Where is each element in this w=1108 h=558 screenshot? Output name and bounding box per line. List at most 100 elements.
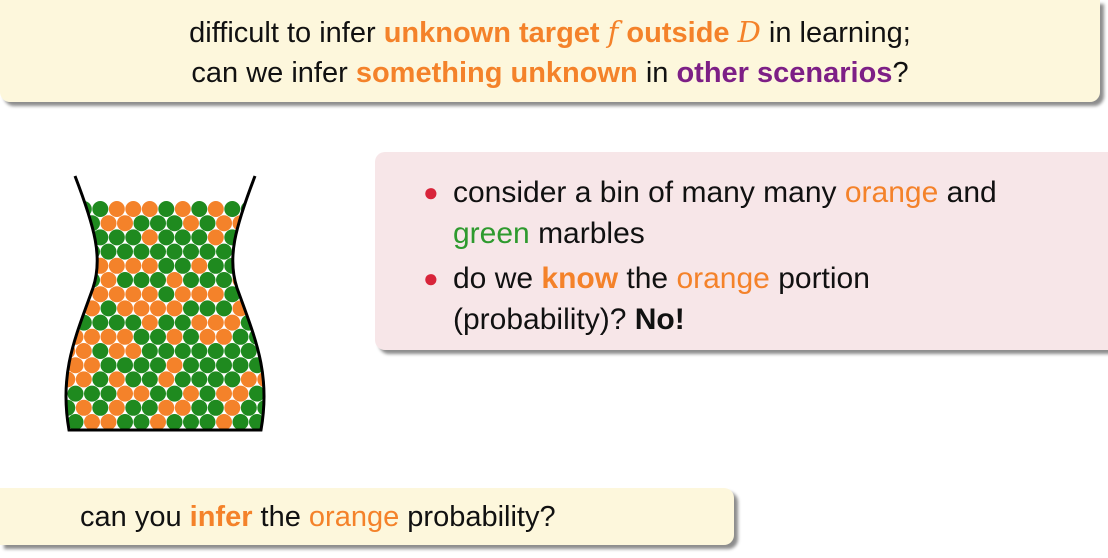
marble	[166, 215, 183, 232]
marble	[183, 243, 199, 260]
marble	[150, 414, 166, 430]
marble	[150, 357, 166, 374]
text: the	[618, 262, 677, 295]
text: (probability)?	[453, 303, 635, 336]
marble	[266, 329, 276, 345]
marble	[199, 272, 216, 288]
marble	[232, 385, 249, 402]
marble	[65, 300, 67, 317]
marble	[174, 399, 191, 416]
marble	[224, 399, 241, 416]
marble	[125, 229, 142, 246]
marble	[158, 371, 175, 388]
marble	[117, 385, 133, 402]
marble	[174, 257, 191, 274]
marble	[266, 414, 276, 430]
marble	[232, 414, 249, 430]
marble	[216, 414, 232, 430]
marble	[249, 300, 265, 317]
text: marbles	[529, 217, 645, 250]
text: portion	[769, 262, 870, 295]
marble	[207, 257, 224, 274]
marble	[266, 244, 276, 260]
marble	[100, 243, 117, 260]
marble	[199, 357, 216, 374]
word-orange: orange	[844, 176, 939, 209]
marble	[108, 229, 125, 246]
marble	[191, 343, 208, 359]
marble	[183, 357, 199, 374]
marble	[166, 357, 183, 374]
question-line-2: can we infer something unknown in other …	[0, 53, 1100, 93]
text: unknown target	[383, 17, 608, 49]
bullet-dot-icon: ●	[423, 177, 439, 207]
marble	[150, 272, 166, 288]
marble	[207, 371, 224, 388]
text: in	[637, 57, 677, 89]
marble	[92, 343, 109, 359]
word-infer: infer	[189, 501, 253, 533]
marble	[174, 314, 191, 331]
marble	[84, 328, 100, 345]
marble	[75, 257, 92, 274]
marble	[216, 357, 232, 374]
marble	[150, 385, 166, 402]
marble	[65, 414, 67, 430]
marble	[158, 343, 175, 359]
highlight-something-unknown: something unknown	[355, 57, 638, 89]
marble	[100, 385, 117, 402]
marble	[207, 314, 224, 331]
marble	[141, 257, 158, 274]
marble	[158, 257, 175, 274]
marble	[108, 286, 125, 303]
marble	[166, 300, 183, 317]
marble	[65, 201, 76, 217]
marble	[207, 286, 224, 303]
marble	[166, 328, 183, 345]
marble	[67, 385, 84, 402]
marble	[183, 272, 199, 288]
text: can we infer	[191, 57, 356, 89]
marble	[65, 286, 76, 303]
marble	[224, 201, 241, 217]
marble	[141, 343, 158, 359]
marble	[199, 414, 216, 430]
marble	[207, 343, 224, 359]
word-green: green	[453, 217, 530, 250]
marble	[240, 257, 257, 274]
marble	[174, 201, 191, 217]
word-orange: orange	[676, 262, 770, 295]
final-question-box: can you infer the orange probability?	[0, 488, 734, 545]
marble	[191, 229, 208, 246]
marble	[166, 243, 183, 260]
marble	[67, 215, 84, 232]
marble	[141, 201, 158, 217]
marble	[257, 201, 265, 217]
marble	[141, 229, 158, 246]
marble	[133, 414, 150, 430]
marble-bin-icon	[64, 175, 276, 432]
marble	[133, 300, 150, 317]
marble	[207, 399, 224, 416]
marble	[92, 314, 109, 331]
marble	[65, 243, 67, 260]
marble	[117, 272, 133, 288]
marble	[150, 243, 166, 260]
marble	[249, 215, 265, 232]
marble	[108, 201, 125, 217]
marble	[257, 314, 265, 331]
marble	[84, 414, 100, 430]
marble	[67, 300, 84, 317]
marble	[199, 300, 216, 317]
marble	[174, 286, 191, 303]
marble	[150, 215, 166, 232]
marble	[117, 215, 133, 232]
marble	[199, 328, 216, 345]
marble	[183, 328, 199, 345]
bullet-item-1: ● consider a bin of many many orange and…	[423, 172, 1098, 254]
text: the	[252, 501, 309, 533]
marble	[100, 357, 117, 374]
marble	[249, 243, 265, 260]
marble	[191, 257, 208, 274]
marble	[117, 243, 133, 260]
